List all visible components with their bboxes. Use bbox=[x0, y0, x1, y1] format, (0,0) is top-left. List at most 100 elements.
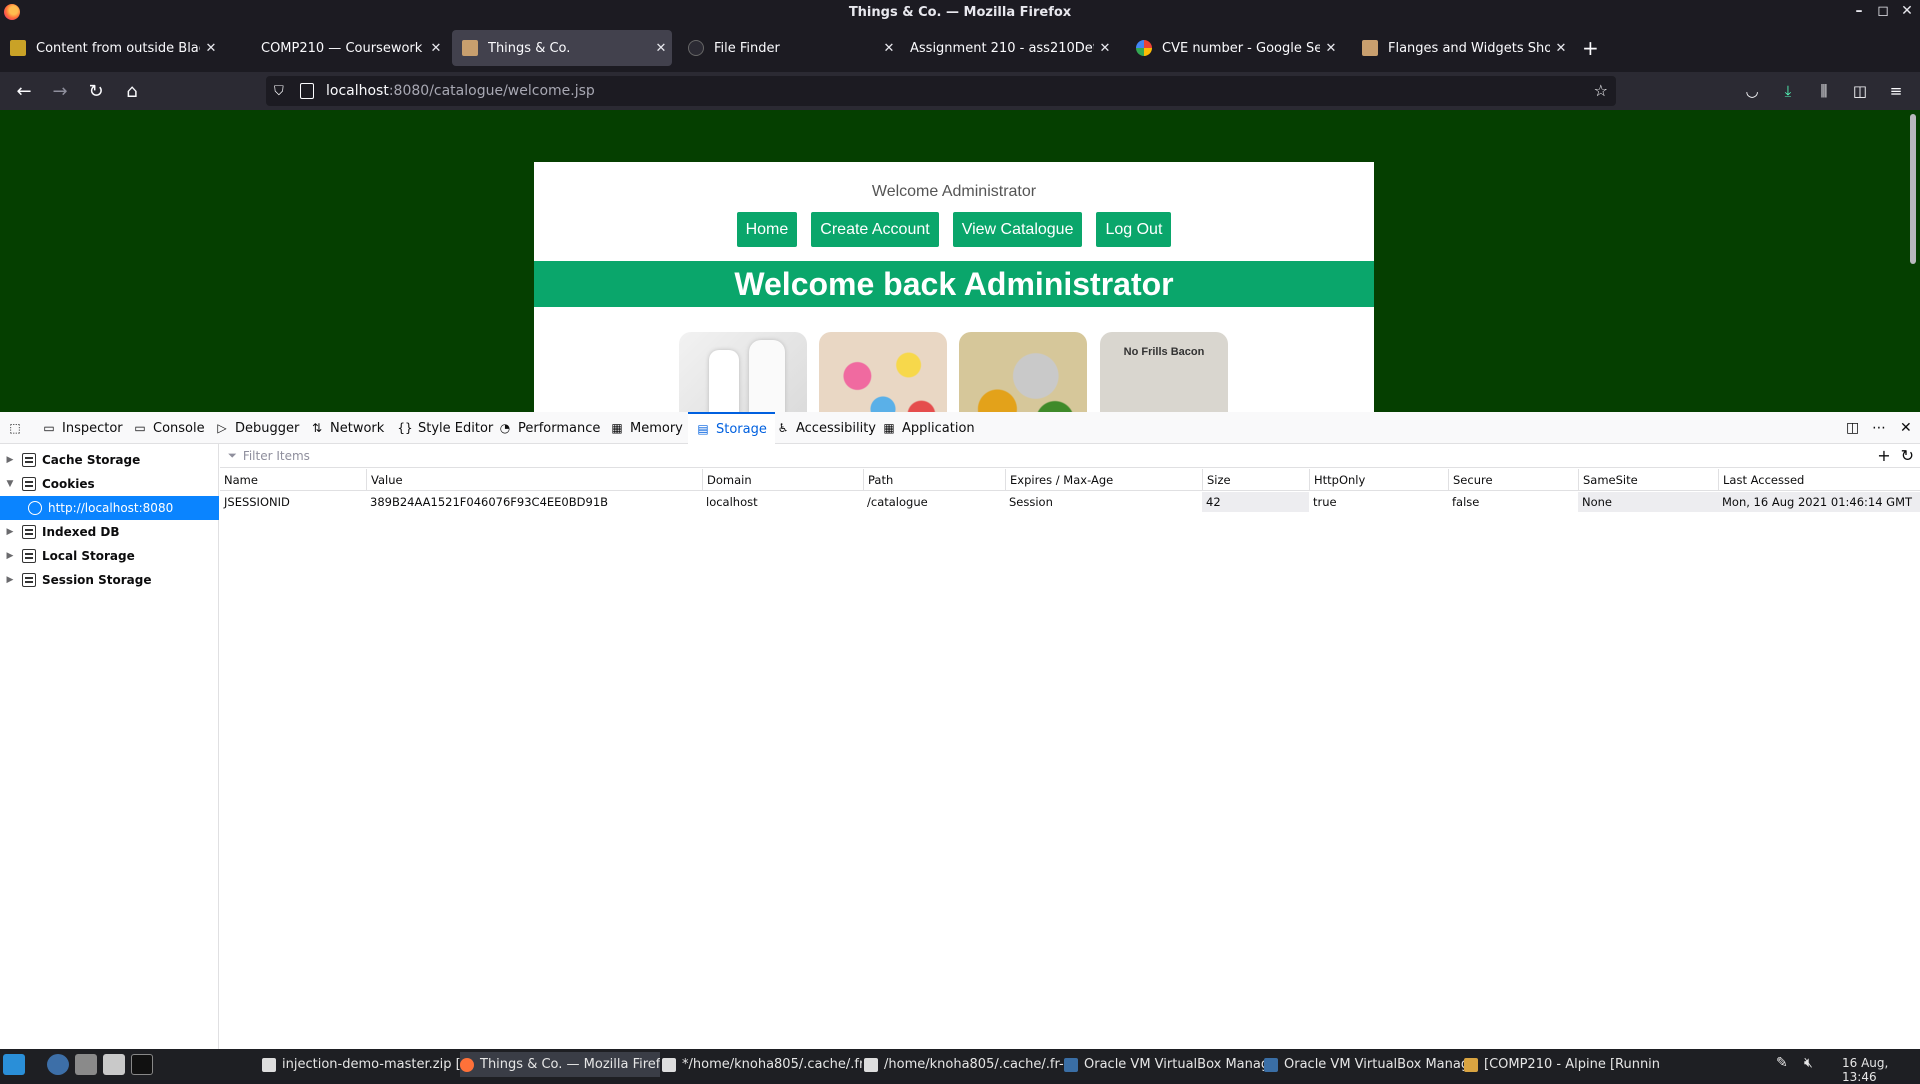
cell-domain[interactable]: localhost bbox=[702, 492, 863, 512]
tab-assignment[interactable]: Assignment 210 - ass210Detail.pd ✕ bbox=[900, 30, 1116, 66]
table-row[interactable]: JSESSIONID 389B24AA1521F046076F93C4EE0BD… bbox=[220, 492, 1920, 512]
tab-flanges-widgets[interactable]: Flanges and Widgets Shop - F ✕ bbox=[1352, 30, 1572, 66]
new-tab-plus-icon[interactable]: + bbox=[1582, 36, 1599, 60]
tab-google-search[interactable]: CVE number - Google Search ✕ bbox=[1126, 30, 1342, 66]
pocket-icon[interactable]: ◡ bbox=[1742, 81, 1762, 101]
back-arrow-icon[interactable]: ← bbox=[12, 79, 36, 103]
add-item-icon[interactable]: + bbox=[1877, 446, 1890, 465]
text-editor-icon[interactable] bbox=[103, 1054, 125, 1075]
refresh-items-icon[interactable]: ↻ bbox=[1901, 446, 1914, 465]
filter-items-input[interactable]: ⏷ Filter Items + ↻ bbox=[220, 444, 1920, 468]
browser-launcher-icon[interactable] bbox=[47, 1054, 69, 1075]
tab-memory[interactable]: ▦ Memory bbox=[610, 412, 683, 444]
notes-icon[interactable]: ✎ bbox=[1776, 1055, 1788, 1071]
cell-secure[interactable]: false bbox=[1448, 492, 1578, 512]
tab-comp210[interactable]: COMP210 — Coursework ✕ bbox=[225, 30, 447, 66]
expand-arrow-icon[interactable]: ▶ bbox=[4, 575, 16, 585]
menu-hamburger-icon[interactable]: ≡ bbox=[1886, 81, 1906, 101]
close-devtools-icon[interactable]: ✕ bbox=[1900, 420, 1912, 436]
cell-httponly[interactable]: true bbox=[1309, 492, 1448, 512]
minimize-icon[interactable]: – bbox=[1850, 3, 1868, 19]
column-name[interactable]: Name bbox=[220, 469, 366, 491]
column-httponly[interactable]: HttpOnly bbox=[1309, 469, 1448, 491]
app-menu-icon[interactable] bbox=[3, 1054, 25, 1075]
close-tab-icon[interactable]: ✕ bbox=[1094, 41, 1116, 56]
terminal-icon[interactable] bbox=[131, 1054, 153, 1075]
tree-cookie-host[interactable]: http://localhost:8080 bbox=[0, 496, 219, 520]
product-image-pills[interactable] bbox=[819, 332, 947, 412]
tab-blackboard[interactable]: Content from outside Blackbo ✕ bbox=[0, 30, 222, 66]
close-tab-icon[interactable]: ✕ bbox=[200, 41, 222, 56]
column-last-accessed[interactable]: Last Accessed bbox=[1718, 469, 1920, 491]
maximize-icon[interactable]: ◻ bbox=[1874, 3, 1892, 19]
tab-performance[interactable]: ◔ Performance bbox=[498, 412, 601, 444]
task-editor-2[interactable]: /home/knoha805/.cache/.fr-i... bbox=[864, 1052, 1064, 1077]
downloads-icon[interactable]: ⤓ bbox=[1778, 81, 1798, 101]
reload-icon[interactable]: ↻ bbox=[84, 79, 108, 103]
tab-file-finder[interactable]: File Finder ✕ bbox=[678, 30, 900, 66]
tab-things-and-co[interactable]: Things & Co. ✕ bbox=[452, 30, 672, 66]
tree-indexed-db[interactable]: ▶ Indexed DB bbox=[0, 520, 219, 544]
column-secure[interactable]: Secure bbox=[1448, 469, 1578, 491]
tab-network[interactable]: ⇅ Network bbox=[310, 412, 384, 444]
shield-icon[interactable]: ⛉ bbox=[274, 84, 290, 99]
tab-storage[interactable]: ▤ Storage bbox=[688, 412, 775, 444]
tab-inspector[interactable]: ▭ Inspector bbox=[42, 412, 122, 444]
close-tab-icon[interactable]: ✕ bbox=[1320, 41, 1342, 56]
tree-cookies[interactable]: ▼ Cookies bbox=[0, 472, 219, 496]
bookmark-star-icon[interactable]: ☆ bbox=[1594, 81, 1608, 100]
forward-arrow-icon[interactable]: → bbox=[48, 79, 72, 103]
collapse-arrow-icon[interactable]: ▼ bbox=[4, 479, 16, 489]
library-icon[interactable]: ⫼ bbox=[1814, 81, 1834, 101]
cell-expires[interactable]: Session bbox=[1005, 492, 1202, 512]
element-picker-icon[interactable]: ⬚ bbox=[8, 412, 28, 444]
tab-application[interactable]: ▦ Application bbox=[882, 412, 974, 444]
product-image-bacon[interactable]: No Frills Bacon bbox=[1100, 332, 1228, 412]
task-vm-running[interactable]: [COMP210 - Alpine [Running]... bbox=[1464, 1052, 1660, 1077]
column-value[interactable]: Value bbox=[366, 469, 702, 491]
url-bar[interactable]: ⛉ localhost:8080/catalogue/welcome.jsp ☆ bbox=[266, 76, 1616, 106]
home-button[interactable]: Home bbox=[736, 212, 798, 247]
page-scrollbar[interactable] bbox=[1910, 114, 1916, 264]
tree-session-storage[interactable]: ▶ Session Storage bbox=[0, 568, 219, 592]
column-size[interactable]: Size bbox=[1202, 469, 1309, 491]
product-image-cans[interactable] bbox=[959, 332, 1087, 412]
log-out-button[interactable]: Log Out bbox=[1096, 212, 1172, 247]
task-firefox[interactable]: Things & Co. — Mozilla Firefox bbox=[460, 1052, 660, 1077]
tab-style-editor[interactable]: {} Style Editor bbox=[397, 412, 493, 444]
file-manager-icon[interactable] bbox=[75, 1054, 97, 1075]
column-path[interactable]: Path bbox=[863, 469, 1005, 491]
tree-cache-storage[interactable]: ▶ Cache Storage bbox=[0, 448, 219, 472]
cell-value[interactable]: 389B24AA1521F046076F93C4EE0BD91B bbox=[366, 492, 702, 512]
page-info-icon[interactable] bbox=[300, 83, 314, 99]
tab-debugger[interactable]: ▷ Debugger bbox=[215, 412, 299, 444]
home-icon[interactable]: ⌂ bbox=[120, 79, 144, 103]
column-domain[interactable]: Domain bbox=[702, 469, 863, 491]
create-account-button[interactable]: Create Account bbox=[811, 212, 939, 247]
sidebar-icon[interactable]: ◫ bbox=[1850, 81, 1870, 101]
column-samesite[interactable]: SameSite bbox=[1578, 469, 1718, 491]
task-injection-demo[interactable]: injection-demo-master.zip [r... bbox=[262, 1052, 460, 1077]
view-catalogue-button[interactable]: View Catalogue bbox=[952, 212, 1083, 247]
task-virtualbox-1[interactable]: Oracle VM VirtualBox Manager bbox=[1064, 1052, 1264, 1077]
task-virtualbox-2[interactable]: Oracle VM VirtualBox Manager bbox=[1264, 1052, 1464, 1077]
tree-local-storage[interactable]: ▶ Local Storage bbox=[0, 544, 219, 568]
close-tab-icon[interactable]: ✕ bbox=[1550, 41, 1572, 56]
expand-arrow-icon[interactable]: ▶ bbox=[4, 527, 16, 537]
cell-name[interactable]: JSESSIONID bbox=[220, 492, 366, 512]
cell-samesite[interactable]: None bbox=[1578, 492, 1718, 512]
devtools-menu-icon[interactable]: ⋯ bbox=[1872, 420, 1886, 436]
expand-arrow-icon[interactable]: ▶ bbox=[4, 551, 16, 561]
column-expires[interactable]: Expires / Max-Age bbox=[1005, 469, 1202, 491]
cell-path[interactable]: /catalogue bbox=[863, 492, 1005, 512]
tab-accessibility[interactable]: ♿ Accessibility bbox=[776, 412, 876, 444]
volume-muted-icon[interactable]: 🔇︎ bbox=[1804, 1055, 1813, 1071]
expand-arrow-icon[interactable]: ▶ bbox=[4, 455, 16, 465]
cell-size[interactable]: 42 bbox=[1202, 492, 1309, 512]
close-tab-icon[interactable]: ✕ bbox=[650, 41, 672, 56]
tab-console[interactable]: ▭ Console bbox=[133, 412, 204, 444]
close-tab-icon[interactable]: ✕ bbox=[425, 41, 447, 56]
close-tab-icon[interactable]: ✕ bbox=[878, 41, 900, 56]
product-image-bottles[interactable] bbox=[679, 332, 807, 412]
dock-side-icon[interactable]: ◫ bbox=[1846, 420, 1859, 436]
